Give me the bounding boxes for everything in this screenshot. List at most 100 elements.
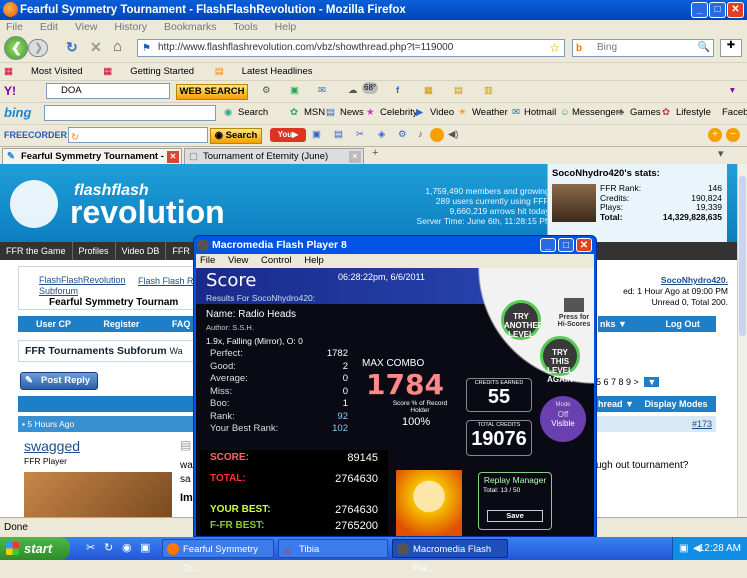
start-button[interactable]: start bbox=[0, 537, 70, 560]
freecorder-tool-icon-4[interactable]: ◈ bbox=[378, 125, 385, 145]
zoom-out-icon[interactable]: − bbox=[726, 128, 740, 142]
post-reply-button[interactable]: ✎ Post Reply bbox=[20, 372, 98, 390]
post-number[interactable]: #173 bbox=[596, 416, 716, 432]
yahoo-games-icon[interactable]: ▦ bbox=[424, 81, 433, 101]
stop-icon[interactable]: ✕ bbox=[90, 39, 102, 56]
freecorder-search-button[interactable]: ◉ Search bbox=[210, 128, 262, 144]
tab-tournament-eternity[interactable]: ▢ Tournament of Eternity (June) ✕ bbox=[184, 148, 364, 165]
taskbar-flash[interactable]: Macromedia Flash Pla... bbox=[392, 539, 508, 574]
flash-menu-control[interactable]: Control bbox=[261, 255, 292, 266]
menu-view[interactable]: View bbox=[75, 21, 98, 33]
search-box[interactable]: b Bing 🔍 bbox=[572, 39, 714, 57]
search-icon[interactable]: 🔍 bbox=[698, 40, 710, 56]
menu-edit[interactable]: Edit bbox=[40, 21, 58, 33]
logo-bottom-text[interactable]: revolution bbox=[70, 194, 225, 231]
freecorder-settings-icon[interactable]: ⚙ bbox=[398, 125, 407, 145]
forward-button[interactable]: ❯ bbox=[28, 39, 48, 57]
mail-icon[interactable]: ✉ bbox=[318, 81, 326, 101]
taskbar-tibia[interactable]: ⚔ Tibia bbox=[278, 539, 388, 558]
bookmark-most-visited[interactable]: Most Visited bbox=[31, 66, 83, 77]
volume-icon[interactable]: ◀) bbox=[448, 125, 458, 145]
mode-toggle[interactable]: Mode Off Visible bbox=[540, 396, 586, 442]
link-faq[interactable]: FAQ bbox=[172, 319, 191, 329]
yahoo-options-icon[interactable]: ▾ bbox=[730, 81, 735, 101]
zoom-in-icon[interactable]: + bbox=[708, 128, 722, 142]
scrollbar-thumb[interactable] bbox=[739, 176, 746, 336]
yahoo-logo[interactable]: Y! bbox=[4, 81, 16, 101]
ffr-mascot-icon[interactable] bbox=[10, 180, 58, 228]
addon-button[interactable]: ✚ bbox=[720, 39, 742, 57]
yahoo-extra-icon[interactable]: ▥ bbox=[484, 81, 493, 101]
freecorder-logo[interactable]: FREECORDER bbox=[4, 125, 67, 145]
tab-fearful-symmetry[interactable]: ✎ Fearful Symmetry Tournament - ... ✕ bbox=[2, 148, 182, 165]
nav-link-game[interactable]: FFR the Game bbox=[0, 242, 73, 260]
tab-close-icon[interactable]: ✕ bbox=[349, 151, 361, 163]
menu-help[interactable]: Help bbox=[275, 21, 297, 33]
try-this-level-again-button[interactable]: TRY THIS LEVEL AGAIN bbox=[540, 336, 580, 384]
bing-item-facebook[interactable]: Faceb bbox=[722, 103, 747, 123]
menu-history[interactable]: History bbox=[114, 21, 147, 33]
bookmark-getting-started[interactable]: Getting Started bbox=[130, 66, 194, 77]
music-note-icon[interactable]: ♪ bbox=[418, 125, 423, 145]
flash-maximize-button[interactable]: □ bbox=[558, 238, 574, 252]
hi-scores-button[interactable]: Press for Hi-Scores bbox=[556, 298, 592, 328]
flash-menu-file[interactable]: File bbox=[200, 255, 215, 266]
url-bar[interactable]: ⚑ http://www.flashflashrevolution.com/vb… bbox=[137, 39, 565, 57]
link-quick-links[interactable]: nks ▼ bbox=[600, 319, 627, 329]
freecorder-tool-icon-3[interactable]: ✂ bbox=[356, 125, 364, 145]
back-button[interactable]: ❮ bbox=[4, 36, 28, 60]
weather-cloud-icon[interactable]: ☁ bbox=[348, 81, 358, 101]
bookmark-latest-headlines[interactable]: Latest Headlines bbox=[242, 66, 313, 77]
flash-minimize-button[interactable]: _ bbox=[540, 238, 556, 252]
try-another-level-button[interactable]: TRY ANOTHER LEVEL bbox=[501, 300, 544, 340]
maximize-button[interactable]: □ bbox=[709, 2, 726, 18]
pm-count[interactable]: Unread 0, Total 200. bbox=[598, 297, 728, 308]
breadcrumb-link[interactable]: Subforum bbox=[19, 285, 193, 296]
bing-item-hotmail[interactable]: Hotmail bbox=[524, 103, 556, 123]
post-user-avatar[interactable] bbox=[24, 472, 172, 517]
menu-bookmarks[interactable]: Bookmarks bbox=[164, 21, 217, 33]
tray-network-icon[interactable]: ▣ bbox=[679, 537, 688, 560]
replay-save-button[interactable]: Save bbox=[487, 510, 543, 522]
bing-item-lifestyle[interactable]: Lifestyle bbox=[676, 103, 711, 123]
tab-close-icon[interactable]: ✕ bbox=[167, 151, 179, 163]
stats-title[interactable]: SocoNhydro420's stats: bbox=[548, 164, 727, 179]
facebook-icon[interactable]: f bbox=[396, 81, 399, 101]
close-button[interactable]: ✕ bbox=[727, 2, 744, 18]
freecorder-search-input[interactable]: ↻ bbox=[68, 127, 208, 143]
flash-menu-view[interactable]: View bbox=[228, 255, 248, 266]
bing-logo[interactable]: bing bbox=[4, 103, 31, 123]
bing-item-search[interactable]: Search bbox=[238, 103, 268, 123]
youtube-icon[interactable]: You▶ bbox=[270, 128, 306, 142]
link-user-cp[interactable]: User CP bbox=[36, 319, 71, 329]
tray-volume-icon[interactable]: ◀ bbox=[693, 537, 701, 560]
page-numbers[interactable]: 5 6 7 8 9 > bbox=[596, 377, 639, 387]
link-logout[interactable]: Log Out bbox=[665, 319, 700, 329]
quicklaunch-icon-1[interactable]: ✂ bbox=[86, 541, 95, 554]
reload-icon[interactable]: ↻ bbox=[66, 39, 78, 56]
new-tab-icon[interactable]: + bbox=[372, 147, 378, 159]
bing-engine-icon[interactable]: b bbox=[576, 41, 582, 57]
yahoo-web-search-button[interactable]: WEB SEARCH bbox=[176, 84, 248, 100]
bing-item-weather[interactable]: Weather bbox=[472, 103, 508, 123]
play-button[interactable] bbox=[430, 128, 444, 142]
minimize-button[interactable]: _ bbox=[691, 2, 708, 18]
thread-tools-menu[interactable]: hread ▼ bbox=[598, 399, 634, 409]
home-icon[interactable]: ⌂ bbox=[113, 38, 122, 55]
quicklaunch-icon-4[interactable]: ▣ bbox=[140, 541, 150, 554]
quicklaunch-icon-3[interactable]: ◉ bbox=[122, 541, 132, 554]
bing-item-msn[interactable]: MSN bbox=[304, 103, 325, 123]
tab-list-icon[interactable]: ▾ bbox=[718, 147, 724, 160]
yahoo-search-input[interactable]: DOA bbox=[46, 83, 170, 99]
bing-item-messenger[interactable]: Messenger bbox=[572, 103, 619, 123]
taskbar-firefox[interactable]: Fearful Symmetry To... bbox=[162, 539, 274, 574]
user-avatar[interactable] bbox=[552, 184, 596, 222]
yahoo-tool-icon[interactable]: ⚙ bbox=[262, 81, 271, 101]
bing-search-input[interactable] bbox=[44, 105, 216, 121]
bing-item-news[interactable]: News bbox=[340, 103, 364, 123]
forum-title[interactable]: FFR Tournaments Subforum bbox=[25, 345, 167, 357]
bing-item-games[interactable]: Games bbox=[630, 103, 661, 123]
breadcrumb-link[interactable]: Flash Flash R bbox=[138, 276, 194, 286]
freecorder-tool-icon-1[interactable]: ▣ bbox=[312, 125, 321, 145]
bookmark-star-icon[interactable]: ☆ bbox=[549, 40, 560, 56]
